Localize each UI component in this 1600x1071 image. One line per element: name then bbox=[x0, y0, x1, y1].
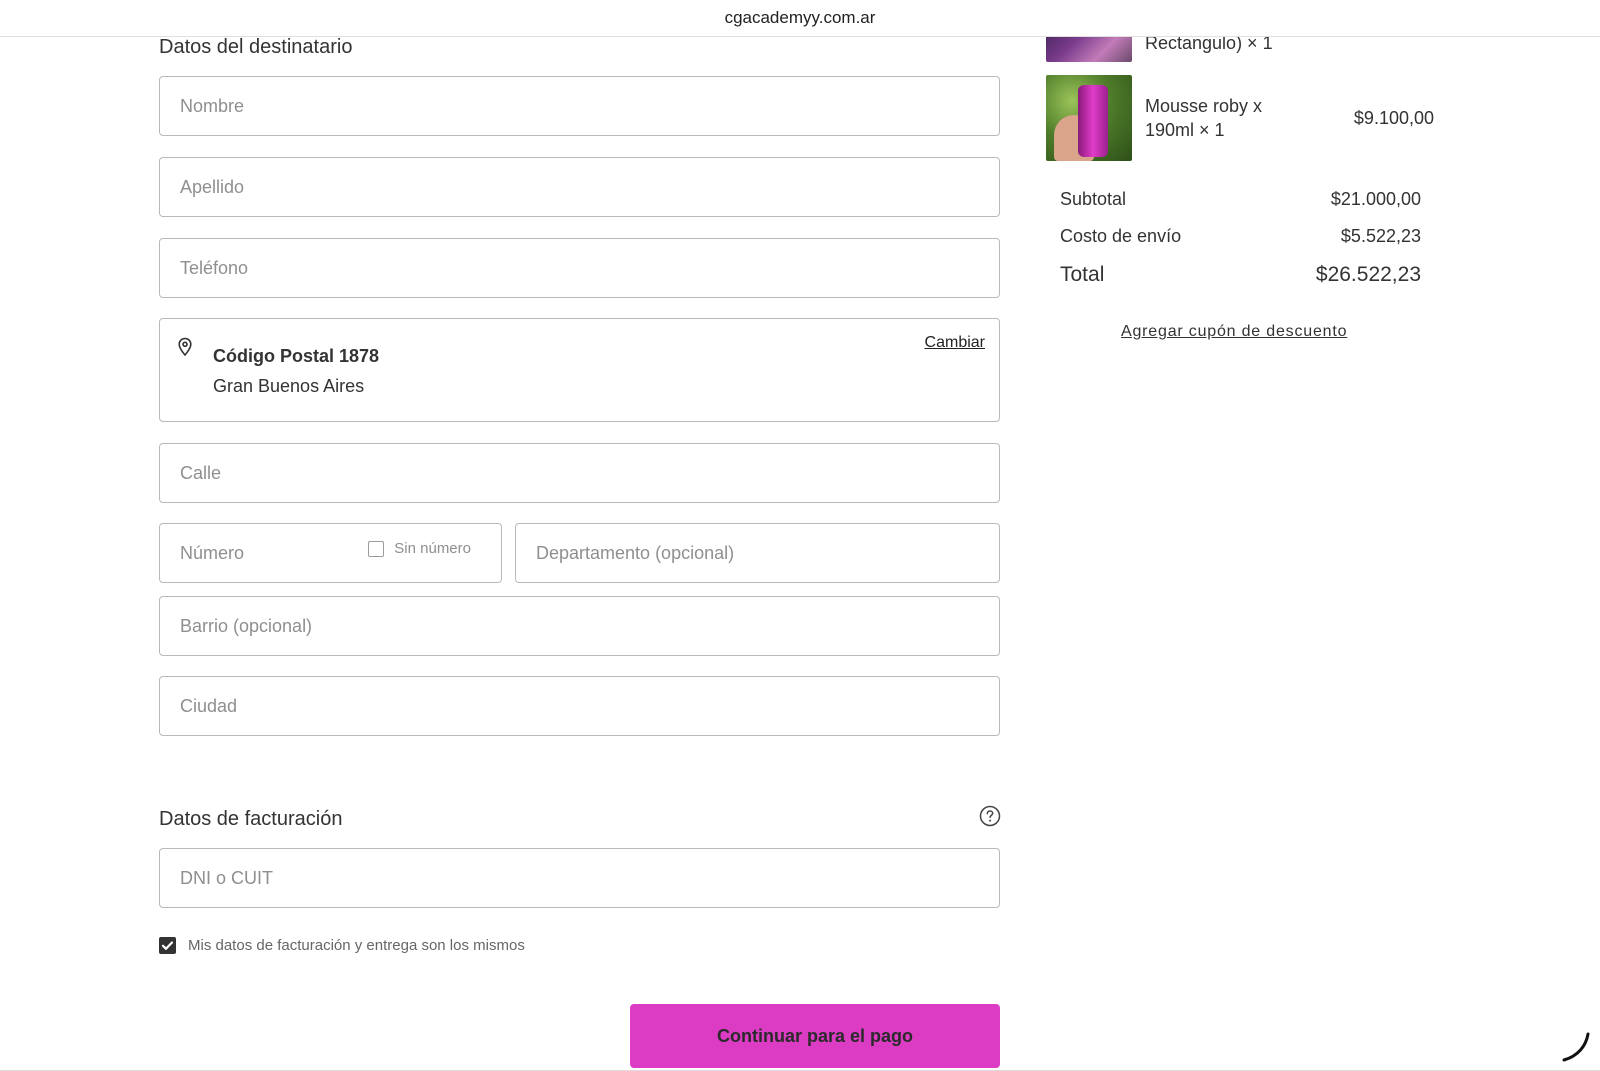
sin-numero-checkbox[interactable] bbox=[368, 540, 385, 557]
subtotal-row: Subtotal $21.000,00 bbox=[1060, 189, 1421, 210]
url-text: cgacademyy.com.ar bbox=[724, 8, 876, 27]
departamento-field[interactable] bbox=[515, 523, 1000, 583]
ciudad-field[interactable] bbox=[159, 676, 1000, 736]
shipping-cost-label: Costo de envío bbox=[1060, 226, 1182, 246]
location-pin-icon bbox=[178, 337, 192, 357]
apellido-input[interactable] bbox=[160, 158, 999, 216]
same-data-option[interactable]: Mis datos de facturación y entrega son l… bbox=[159, 937, 525, 954]
total-label: Total bbox=[1060, 263, 1105, 286]
dni-field[interactable] bbox=[159, 848, 1000, 908]
nombre-field[interactable] bbox=[159, 76, 1000, 136]
thumbnail-can bbox=[1078, 85, 1108, 157]
numero-field[interactable]: Sin número bbox=[159, 523, 502, 583]
total-row: Total $26.522,23 bbox=[1060, 263, 1421, 287]
sin-numero-toggle[interactable]: Sin número bbox=[368, 540, 471, 557]
sin-numero-label: Sin número bbox=[394, 540, 471, 557]
loading-spinner-icon bbox=[1562, 1032, 1590, 1062]
total-value: $26.522,23 bbox=[1315, 263, 1421, 286]
barrio-input[interactable] bbox=[160, 597, 999, 655]
billing-section-title: Datos de facturación bbox=[159, 808, 343, 830]
nombre-input[interactable] bbox=[160, 77, 999, 135]
subtotal-label: Subtotal bbox=[1060, 189, 1127, 209]
same-data-label: Mis datos de facturación y entrega son l… bbox=[188, 937, 525, 954]
telefono-input[interactable] bbox=[160, 239, 999, 297]
change-postal-link[interactable]: Cambiar bbox=[925, 334, 985, 352]
continue-to-payment-button[interactable]: Continuar para el pago bbox=[630, 1004, 1000, 1068]
product-thumbnail bbox=[1046, 75, 1132, 161]
cart-item-name-line: 190ml × 1 bbox=[1145, 120, 1225, 140]
calle-input[interactable] bbox=[160, 444, 999, 502]
check-icon bbox=[161, 941, 174, 950]
dni-input[interactable] bbox=[160, 849, 999, 907]
same-data-checkbox[interactable] bbox=[159, 937, 176, 954]
barrio-field[interactable] bbox=[159, 596, 1000, 656]
telefono-field[interactable] bbox=[159, 238, 1000, 298]
shipping-cost-value: $5.522,23 bbox=[1340, 226, 1421, 246]
shipping-cost-row: Costo de envío $5.522,23 bbox=[1060, 226, 1421, 247]
subtotal-value: $21.000,00 bbox=[1330, 189, 1421, 209]
help-icon[interactable] bbox=[979, 805, 1001, 827]
shipping-section-title: Datos del destinatario bbox=[159, 36, 353, 58]
calle-field[interactable] bbox=[159, 443, 1000, 503]
url-bar[interactable]: cgacademyy.com.ar bbox=[0, 0, 1600, 37]
postal-region: Gran Buenos Aires bbox=[213, 376, 365, 396]
postal-code-title: Código Postal 1878 bbox=[213, 346, 380, 366]
departamento-input[interactable] bbox=[516, 524, 999, 582]
ciudad-input[interactable] bbox=[160, 677, 999, 735]
cart-item-name: Mousse roby x 190ml × 1 bbox=[1145, 94, 1262, 142]
apellido-field[interactable] bbox=[159, 157, 1000, 217]
postal-code-box: Código Postal 1878 Gran Buenos Aires Cam… bbox=[159, 318, 1000, 422]
add-coupon-link[interactable]: Agregar cupón de descuento bbox=[1121, 323, 1347, 341]
cart-item-price: $9.100,00 bbox=[1353, 108, 1434, 128]
cart-item-name-line: Mousse roby x bbox=[1145, 96, 1263, 116]
